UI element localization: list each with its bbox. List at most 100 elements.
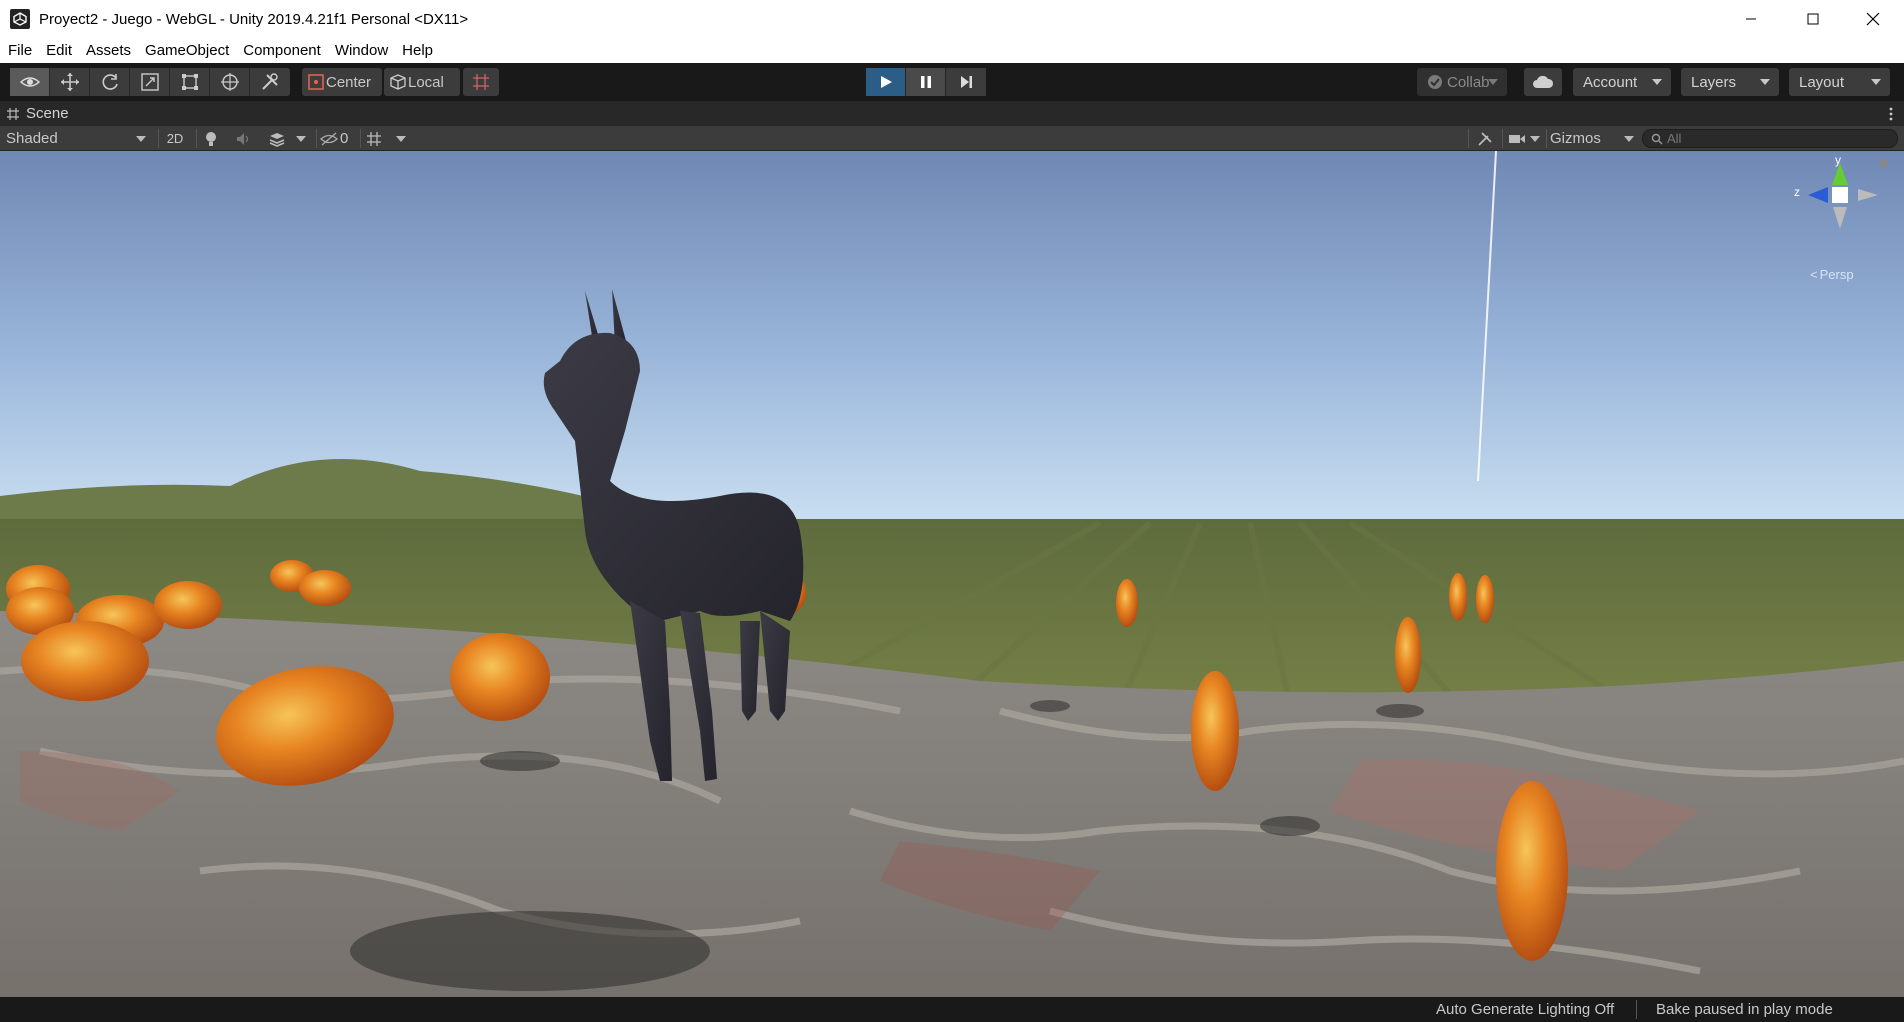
minimize-icon bbox=[1746, 18, 1756, 20]
move-tool-button[interactable] bbox=[50, 68, 90, 96]
orientation-gizmo[interactable]: y z < Persp bbox=[1780, 151, 1890, 282]
audio-toggle[interactable] bbox=[236, 126, 256, 151]
minimize-button[interactable] bbox=[1728, 0, 1774, 38]
menu-window[interactable]: Window bbox=[335, 42, 388, 59]
chevron-down-icon bbox=[396, 135, 406, 142]
grid-toggle[interactable] bbox=[366, 126, 386, 151]
effects-dropdown[interactable] bbox=[296, 126, 310, 151]
scale-tool-button[interactable] bbox=[130, 68, 170, 96]
window-titlebar: Proyect2 - Juego - WebGL - Unity 2019.4.… bbox=[0, 0, 1904, 38]
cloud-icon bbox=[1533, 75, 1554, 88]
effects-toggle[interactable] bbox=[268, 126, 290, 151]
tools-icon bbox=[1478, 131, 1492, 146]
maximize-button[interactable] bbox=[1790, 0, 1836, 38]
chevron-left-icon: < bbox=[1810, 267, 1818, 282]
tools-icon bbox=[262, 73, 278, 90]
step-button[interactable] bbox=[946, 68, 986, 96]
grid-snap-icon bbox=[473, 74, 489, 90]
window-title: Proyect2 - Juego - WebGL - Unity 2019.4.… bbox=[39, 10, 469, 28]
close-icon bbox=[1866, 12, 1880, 26]
lighting-toggle[interactable] bbox=[204, 126, 224, 151]
transform-tools bbox=[10, 68, 290, 96]
move-icon bbox=[60, 73, 79, 91]
tab-scene[interactable]: Scene bbox=[6, 101, 69, 126]
menu-file[interactable]: File bbox=[8, 42, 32, 59]
camera-icon bbox=[1509, 134, 1525, 143]
scene-search-field[interactable]: All bbox=[1642, 129, 1898, 148]
status-bar: Auto Generate Lighting Off Bake paused i… bbox=[0, 997, 1904, 1022]
close-button[interactable] bbox=[1850, 0, 1896, 38]
layers-stack-icon bbox=[269, 132, 285, 147]
transform-tool-button[interactable] bbox=[210, 68, 250, 96]
chevron-down-icon bbox=[1530, 135, 1540, 142]
grid-icon bbox=[7, 107, 19, 120]
menu-component[interactable]: Component bbox=[243, 42, 321, 59]
collab-label: Collab bbox=[1447, 73, 1490, 91]
draw-mode-dropdown[interactable]: Shaded bbox=[6, 126, 150, 151]
account-label: Account bbox=[1583, 73, 1638, 91]
lighting-status[interactable]: Auto Generate Lighting Off bbox=[1436, 997, 1614, 1022]
rect-tool-button[interactable] bbox=[170, 68, 210, 96]
check-circle-icon bbox=[1428, 75, 1442, 89]
gizmos-dropdown[interactable]: Gizmos bbox=[1550, 126, 1636, 151]
bake-status-text: Bake paused in play mode bbox=[1656, 1001, 1833, 1018]
custom-tool-button[interactable] bbox=[250, 68, 290, 96]
pivot-rotation-label: Local bbox=[408, 73, 444, 91]
gizmo-z-label: z bbox=[1794, 185, 1800, 199]
grid-snap-button[interactable] bbox=[463, 68, 499, 96]
chevron-down-icon bbox=[296, 135, 306, 142]
layers-dropdown[interactable]: Layers bbox=[1681, 68, 1779, 96]
pause-icon bbox=[920, 76, 931, 88]
layout-label: Layout bbox=[1799, 73, 1845, 91]
gizmo-y-label: y bbox=[1835, 153, 1841, 167]
rect-icon bbox=[181, 74, 198, 90]
pivot-rotation-button[interactable]: Local bbox=[384, 68, 460, 96]
playmode-controls bbox=[866, 68, 986, 96]
projection-label: Persp bbox=[1819, 267, 1854, 282]
menu-help[interactable]: Help bbox=[402, 42, 433, 59]
grid-dropdown[interactable] bbox=[396, 126, 410, 151]
scene-tools-button[interactable] bbox=[1476, 126, 1496, 151]
pivot-mode-label: Center bbox=[326, 73, 372, 91]
play-button[interactable] bbox=[866, 68, 906, 96]
scene-viewport[interactable]: y z < Persp bbox=[0, 151, 1904, 997]
pivot-mode-button[interactable]: Center bbox=[302, 68, 382, 96]
gizmos-label: Gizmos bbox=[1550, 130, 1601, 147]
pivot-center-icon bbox=[308, 74, 324, 90]
account-dropdown[interactable]: Account bbox=[1573, 68, 1671, 96]
step-icon bbox=[961, 76, 972, 88]
scene-toolbar: Shaded 2D 0 Gizmos All bbox=[0, 126, 1904, 151]
bake-status[interactable]: Bake paused in play mode bbox=[1656, 997, 1833, 1022]
scene-tab-bar: Scene bbox=[0, 101, 1904, 126]
menu-gameobject[interactable]: GameObject bbox=[145, 42, 229, 59]
scene-render bbox=[0, 151, 1904, 997]
menu-edit[interactable]: Edit bbox=[46, 42, 72, 59]
scene-visibility-toggle[interactable]: 0 bbox=[320, 126, 356, 151]
grid-icon bbox=[367, 131, 381, 146]
eye-icon bbox=[19, 77, 40, 87]
view-tool-button[interactable] bbox=[10, 68, 50, 96]
scale-icon bbox=[140, 73, 159, 91]
transform-icon bbox=[220, 73, 239, 91]
layout-dropdown[interactable]: Layout bbox=[1789, 68, 1890, 96]
collab-dropdown[interactable]: Collab bbox=[1417, 68, 1507, 96]
main-toolbar: Center Local Collab Account Layers Layou… bbox=[0, 63, 1904, 101]
chevron-down-icon bbox=[1624, 136, 1634, 142]
tab-menu-button[interactable] bbox=[1888, 105, 1894, 122]
pause-button[interactable] bbox=[906, 68, 946, 96]
menu-assets[interactable]: Assets bbox=[86, 42, 131, 59]
toggle-2d-button[interactable]: 2D bbox=[162, 126, 188, 151]
camera-dropdown[interactable] bbox=[1508, 126, 1544, 151]
kebab-menu-icon bbox=[1889, 107, 1893, 121]
rotate-tool-button[interactable] bbox=[90, 68, 130, 96]
unity-icon bbox=[10, 9, 30, 29]
toggle-2d-label: 2D bbox=[166, 131, 184, 146]
projection-toggle[interactable]: < Persp bbox=[1810, 267, 1854, 282]
search-placeholder: All bbox=[1667, 131, 1682, 146]
cube-icon bbox=[390, 74, 406, 90]
menu-bar: File Edit Assets GameObject Component Wi… bbox=[0, 38, 1904, 63]
scene-tab-label: Scene bbox=[26, 105, 69, 122]
search-icon bbox=[1651, 133, 1663, 144]
cloud-button[interactable] bbox=[1524, 68, 1562, 96]
layers-label: Layers bbox=[1691, 73, 1737, 91]
